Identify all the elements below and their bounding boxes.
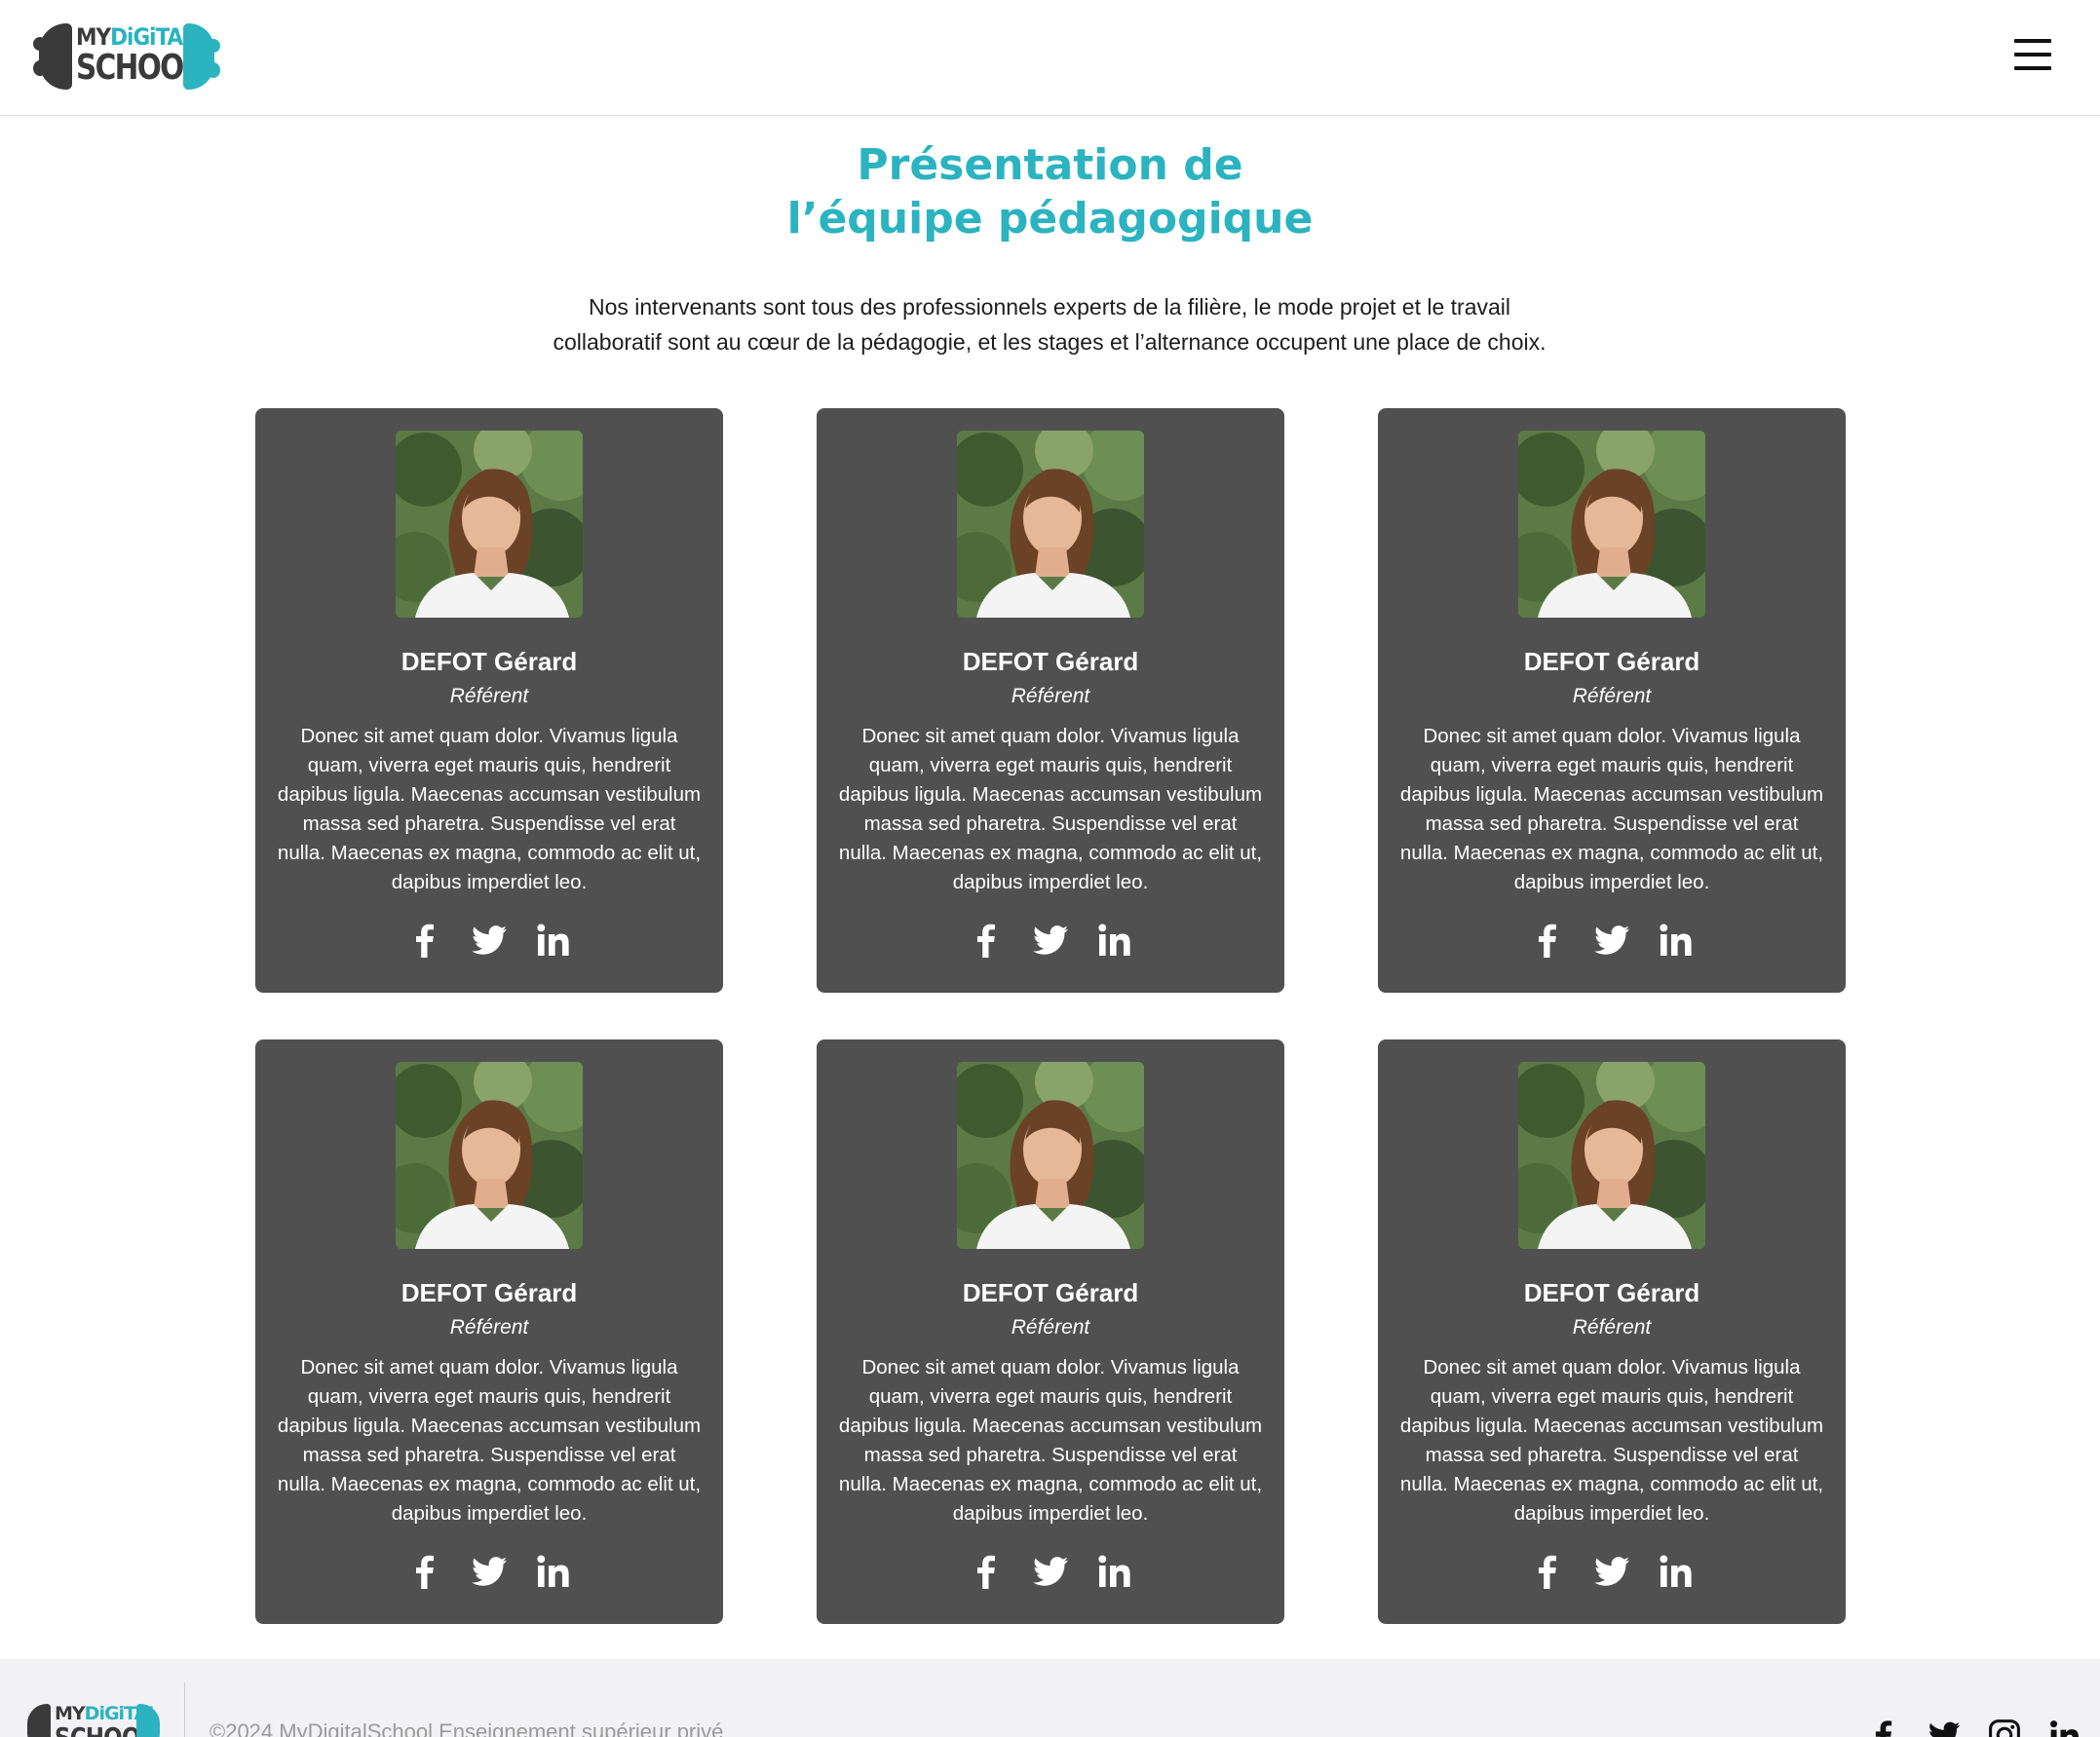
team-member-name: DEFOT Gérard: [962, 1278, 1139, 1307]
team-member-description: Donec sit amet quam dolor. Vivamus ligul…: [838, 1356, 1263, 1525]
team-member-name: DEFOT Gérard: [401, 1278, 578, 1307]
team-member-card: DEFOT Gérard Référent Donec sit amet qua…: [817, 1039, 1284, 1624]
team-member-card: DEFOT Gérard Référent Donec sit amet qua…: [1378, 1039, 1846, 1624]
team-member-photo: [396, 1062, 583, 1249]
linkedin-icon[interactable]: [2047, 1718, 2082, 1737]
team-member-card: DEFOT Gérard Référent Donec sit amet qua…: [255, 408, 723, 993]
team-member-social-links: [1378, 921, 1846, 963]
linkedin-icon[interactable]: [1095, 1552, 1134, 1591]
linkedin-icon[interactable]: [1657, 921, 1696, 960]
facebook-icon[interactable]: [1528, 1552, 1567, 1591]
team-member-social-links: [817, 1552, 1284, 1595]
page-title-line-2: l’équipe pédagogique: [786, 194, 1314, 244]
team-member-description: Donec sit amet quam dolor. Vivamus ligul…: [277, 1356, 702, 1525]
twitter-icon[interactable]: [1592, 921, 1631, 960]
linkedin-icon[interactable]: [1657, 1552, 1696, 1591]
team-member-name: DEFOT Gérard: [401, 647, 578, 676]
team-member-name: DEFOT Gérard: [962, 647, 1139, 676]
team-cards-grid: DEFOT Gérard Référent Donec sit amet qua…: [255, 408, 1846, 1624]
team-member-social-links: [817, 921, 1284, 963]
team-member-role: Référent: [449, 685, 529, 707]
facebook-icon[interactable]: [967, 921, 1006, 960]
twitter-icon[interactable]: [1031, 921, 1070, 960]
team-member-name: DEFOT Gérard: [1523, 647, 1700, 676]
mydigitalschool-logo[interactable]: MYDiGiTAL SCHOOL: [33, 23, 220, 90]
linkedin-icon[interactable]: [534, 921, 573, 960]
team-member-role: Référent: [1011, 1316, 1090, 1339]
team-member-description: Donec sit amet quam dolor. Vivamus ligul…: [277, 725, 702, 893]
hamburger-menu-icon[interactable]: [2014, 37, 2051, 72]
team-member-description: Donec sit amet quam dolor. Vivamus ligul…: [838, 725, 1263, 893]
team-member-role: Référent: [1572, 685, 1652, 707]
intro-paragraph: Nos intervenants sont tous des professio…: [553, 294, 1546, 355]
instagram-icon[interactable]: [1987, 1718, 2022, 1737]
logo-brain-right-shape: [183, 23, 220, 90]
team-member-social-links: [1378, 1552, 1846, 1595]
team-member-card: DEFOT Gérard Référent Donec sit amet qua…: [255, 1039, 723, 1624]
team-member-description: Donec sit amet quam dolor. Vivamus ligul…: [1399, 725, 1824, 893]
team-member-card: DEFOT Gérard Référent Donec sit amet qua…: [817, 408, 1284, 993]
linkedin-icon[interactable]: [1095, 921, 1134, 960]
team-member-photo: [1518, 1062, 1705, 1249]
team-member-social-links: [255, 1552, 723, 1595]
footer-divider: [184, 1682, 185, 1737]
page-title: Présentation de l’équipe pédagogique: [0, 138, 2100, 245]
logo-text-top: MYDiGiTAL: [76, 23, 196, 51]
twitter-icon[interactable]: [470, 921, 509, 960]
footer-logo[interactable]: MYDiGiTAL SCHOOL: [27, 1704, 160, 1737]
twitter-icon[interactable]: [470, 1552, 509, 1591]
team-member-role: Référent: [1572, 1316, 1652, 1339]
team-member-photo: [957, 1062, 1144, 1249]
linkedin-icon[interactable]: [534, 1552, 573, 1591]
footer-copyright: ©2024 MyDigitalSchool Enseignement supér…: [210, 1719, 724, 1737]
facebook-icon[interactable]: [405, 921, 444, 960]
facebook-icon[interactable]: [1866, 1718, 1901, 1737]
site-header: MYDiGiTAL SCHOOL: [0, 0, 2100, 116]
twitter-icon[interactable]: [1592, 1552, 1631, 1591]
page-title-line-1: Présentation de: [857, 140, 1243, 190]
team-member-name: DEFOT Gérard: [1523, 1278, 1700, 1307]
facebook-icon[interactable]: [967, 1552, 1006, 1591]
logo-brain-left-shape: [33, 23, 72, 90]
team-member-card: DEFOT Gérard Référent Donec sit amet qua…: [1378, 408, 1846, 993]
team-member-role: Référent: [449, 1316, 529, 1339]
team-member-social-links: [255, 921, 723, 963]
facebook-icon[interactable]: [1528, 921, 1567, 960]
team-member-description: Donec sit amet quam dolor. Vivamus ligul…: [1399, 1356, 1824, 1525]
twitter-icon[interactable]: [1927, 1718, 1962, 1737]
site-footer: MYDiGiTAL SCHOOL ©2024 MyDigitalSchool E…: [0, 1659, 2100, 1737]
twitter-icon[interactable]: [1031, 1552, 1070, 1591]
team-member-photo: [1518, 431, 1705, 618]
footer-social-links: [1866, 1718, 2082, 1737]
logo-text-bottom: SCHOOL: [76, 48, 201, 88]
team-member-photo: [957, 431, 1144, 618]
footer-logo-brain-left-shape: [27, 1704, 51, 1737]
team-member-photo: [396, 431, 583, 618]
facebook-icon[interactable]: [405, 1552, 444, 1591]
team-member-role: Référent: [1011, 685, 1090, 707]
